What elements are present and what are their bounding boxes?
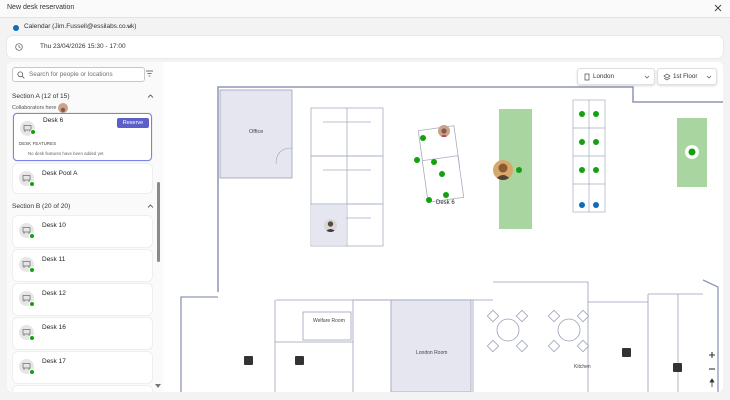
chevron-down-icon [644, 75, 650, 79]
title-bar: New desk reservation [0, 0, 730, 18]
calendar-color-icon [13, 25, 19, 31]
clock-icon [15, 43, 23, 51]
available-status-icon [29, 369, 35, 375]
floor-plan [180, 86, 723, 392]
date-time-value: Thu 23/04/2026 15:30 - 17:00 [40, 43, 126, 50]
collaborators-label: Collaborators here [12, 105, 57, 111]
section-b-label: Section B (20 of 20) [12, 203, 71, 210]
available-status-icon [29, 267, 35, 273]
desk-card[interactable]: Desk 16 [13, 318, 152, 349]
calendar-selector[interactable]: Calendar (Jim.Fussell@essilabs.co.uk) [0, 18, 730, 36]
section-a-label: Section A (12 of 15) [12, 93, 70, 100]
desk-map-label: Desk 6 [436, 200, 455, 206]
scroll-down-arrow-icon[interactable] [154, 383, 162, 389]
available-status-icon [29, 335, 35, 341]
calendar-label: Calendar (Jim.Fussell@essilabs.co.uk) [24, 23, 137, 30]
floor-plan-map[interactable]: Office Welfare Room London Room Kitchen … [163, 62, 723, 392]
desk-list-panel: Search for people or locations Section A… [7, 62, 163, 392]
desk-card[interactable]: Desk 12 [13, 284, 152, 315]
desk-name: Desk 6 [43, 117, 64, 124]
room-label-kitchen: Kitchen [574, 364, 591, 370]
location-selector[interactable]: London [577, 68, 655, 85]
map-user-avatar[interactable] [324, 219, 337, 232]
desk-card-selected[interactable]: Desk 6 Reserve DESK FEATURES No desk fea… [13, 113, 152, 161]
reserve-button[interactable]: Reserve [117, 118, 149, 128]
layers-icon [663, 73, 671, 81]
chevron-up-icon [147, 94, 154, 98]
chevron-up-icon [147, 204, 154, 208]
reset-view-icon[interactable] [706, 377, 718, 389]
available-status-icon [29, 181, 35, 187]
desk-card[interactable]: Desk 11 [13, 250, 152, 281]
desk-card[interactable] [13, 386, 152, 392]
desk-name: Desk Pool A [42, 170, 78, 177]
collaborator-avatar[interactable] [58, 103, 68, 113]
chevron-down-icon [706, 75, 712, 79]
building-icon [584, 73, 590, 81]
available-status-icon [29, 301, 35, 307]
room-label-welfare: Welfare Room [313, 318, 345, 324]
available-status-icon [29, 233, 35, 239]
location-value: London [593, 73, 615, 80]
desk-name: Desk 17 [42, 358, 66, 365]
chevron-down-icon [126, 24, 132, 28]
desk-features-heading: DESK FEATURES [19, 141, 57, 146]
date-time-field[interactable]: Thu 23/04/2026 15:30 - 17:00 [7, 36, 723, 58]
desk-name: Desk 11 [42, 256, 66, 263]
room-label-london: London Room [416, 350, 448, 356]
desk-features-empty: No desk features have been added yet [28, 151, 104, 156]
window-title: New desk reservation [7, 4, 75, 11]
desk-card[interactable]: Desk Pool A [13, 164, 152, 193]
map-user-avatar[interactable] [438, 125, 450, 137]
desk-name: Desk 12 [42, 290, 66, 297]
floor-value: 1st Floor [673, 73, 698, 80]
desk-name: Desk 16 [42, 324, 66, 331]
desk-name: Desk 10 [42, 222, 66, 229]
room-label-office: Office [249, 129, 264, 135]
desk-card[interactable]: Desk 17 [13, 352, 152, 383]
zoom-in-icon[interactable] [706, 349, 718, 361]
close-icon[interactable] [711, 1, 725, 15]
search-icon [17, 71, 25, 79]
section-b-header[interactable]: Section B (20 of 20) [7, 199, 159, 215]
zoom-out-icon[interactable] [706, 363, 718, 375]
map-user-avatar[interactable] [493, 160, 513, 180]
floor-selector[interactable]: 1st Floor [657, 68, 717, 85]
available-status-icon [30, 129, 36, 135]
search-input[interactable]: Search for people or locations [12, 67, 145, 82]
scrollbar-thumb[interactable] [157, 182, 160, 262]
section-a-header[interactable]: Section A (12 of 15) [7, 89, 159, 105]
search-placeholder: Search for people or locations [29, 71, 113, 78]
filter-icon[interactable] [145, 69, 154, 78]
desk-card[interactable]: Desk 10 [13, 216, 152, 247]
